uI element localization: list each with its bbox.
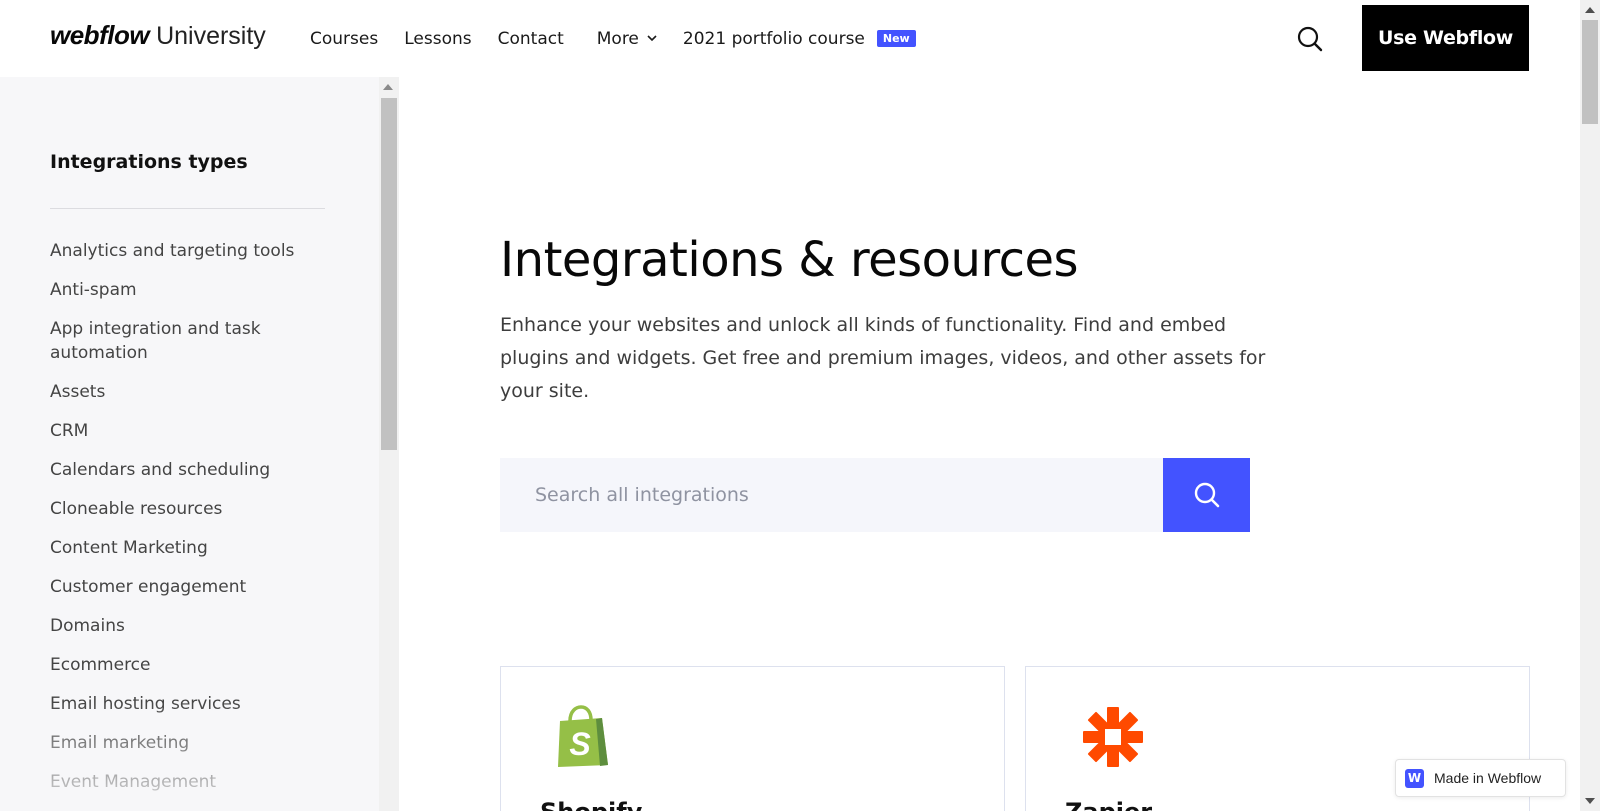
nav-more-label: More [596,28,639,49]
sidebar-item-anti-spam[interactable]: Anti-spam [50,278,320,302]
main-nav: Courses Lessons Contact More 2021 portfo… [310,0,942,77]
sidebar-item-cloneable[interactable]: Cloneable resources [50,497,320,521]
webflow-w-icon: W [1405,768,1424,788]
scroll-down-arrow-icon[interactable] [1585,798,1595,804]
shopify-bag-icon: S [556,705,612,773]
integrations-sidebar: Integrations types Analytics and targeti… [0,77,379,811]
page-title: Integrations & resources [500,232,1079,288]
logo-suffix: University [156,22,266,50]
new-badge: New [876,30,916,47]
sidebar-title: Integrations types [50,151,248,173]
sidebar-item-crm[interactable]: CRM [50,419,320,443]
site-logo[interactable]: webflow University [50,20,266,51]
sidebar-item-email-hosting[interactable]: Email hosting services [50,692,320,716]
zapier-asterisk-icon [1081,705,1145,773]
search-icon [1297,26,1323,52]
search-submit-button[interactable] [1163,458,1250,532]
scroll-up-arrow-icon[interactable] [383,84,393,90]
sidebar-item-ecommerce[interactable]: Ecommerce [50,653,320,677]
chevron-down-icon [647,35,657,42]
nav-portfolio-label: 2021 portfolio course [682,28,865,49]
sidebar-item-analytics[interactable]: Analytics and targeting tools [50,239,320,263]
page-scroll-thumb[interactable] [1582,20,1598,124]
sidebar-item-event-management[interactable]: Event Management [50,770,320,794]
made-in-webflow-badge[interactable]: W Made in Webflow [1395,759,1566,797]
search-icon [1194,482,1219,508]
card-title: Zapier [1065,798,1152,811]
header-search-button[interactable] [1296,25,1324,53]
site-header: webflow University Courses Lessons Conta… [0,0,1580,77]
sidebar-divider [50,208,325,209]
sidebar-category-list: Analytics and targeting tools Anti-spam … [50,239,320,809]
logo-wordmark: webflow [50,20,150,50]
card-title: Shopify [540,798,642,811]
nav-contact[interactable]: Contact [498,29,564,49]
sidebar-scroll-thumb[interactable] [381,98,397,450]
page-scrollbar[interactable] [1580,0,1600,811]
sidebar-item-assets[interactable]: Assets [50,380,320,404]
sidebar-item-app-integration[interactable]: App integration and task automation [50,317,320,365]
made-in-webflow-label: Made in Webflow [1434,770,1542,786]
scroll-up-arrow-icon[interactable] [1585,7,1595,13]
svg-text:S: S [569,726,591,762]
sidebar-item-customer-engagement[interactable]: Customer engagement [50,575,320,599]
sidebar-item-content-marketing[interactable]: Content Marketing [50,536,320,560]
use-webflow-button[interactable]: Use Webflow [1362,5,1529,71]
integration-card-shopify[interactable]: S Shopify [500,666,1005,811]
sidebar-scrollbar[interactable] [379,77,399,811]
sidebar-item-domains[interactable]: Domains [50,614,320,638]
sidebar-item-email-marketing[interactable]: Email marketing [50,731,320,755]
page-description: Enhance your websites and unlock all kin… [500,314,1266,402]
nav-lessons[interactable]: Lessons [404,29,471,49]
nav-portfolio-course[interactable]: 2021 portfolio course New [683,29,916,49]
nav-more-dropdown[interactable]: More [597,29,657,49]
search-input[interactable] [535,484,1135,506]
integrations-search-bar [500,458,1164,532]
nav-courses[interactable]: Courses [310,29,378,49]
sidebar-item-calendars[interactable]: Calendars and scheduling [50,458,320,482]
